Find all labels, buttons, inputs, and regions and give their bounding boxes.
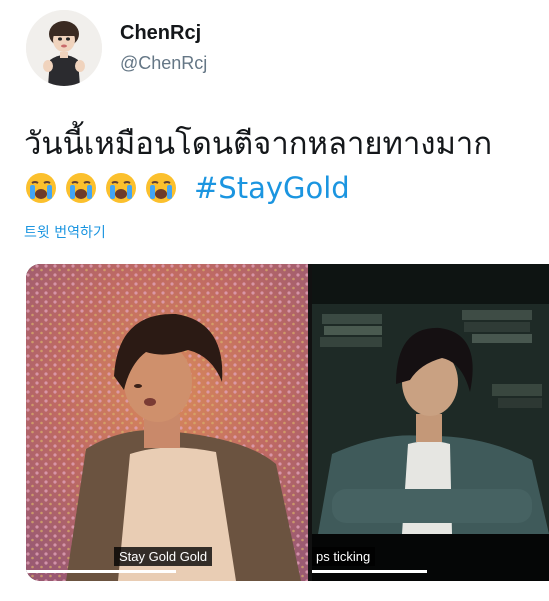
avatar-image bbox=[26, 10, 102, 86]
media-image-right[interactable]: ps ticking bbox=[312, 264, 549, 581]
video-caption-right: ps ticking bbox=[312, 547, 376, 566]
loudly-crying-face-icon bbox=[144, 171, 178, 205]
video-progress-right bbox=[312, 570, 427, 573]
translate-tweet-link[interactable]: 트윗 번역하기 bbox=[24, 222, 106, 242]
tweet-text: วันนี้เหมือนโดนตีจากหลายทางมาก bbox=[24, 126, 493, 162]
media-image-left[interactable]: Stay Gold Gold bbox=[26, 264, 308, 581]
display-name[interactable]: ChenRcj bbox=[120, 22, 201, 45]
flower-field-photo bbox=[26, 264, 308, 581]
avatar[interactable] bbox=[26, 10, 102, 86]
media-grid: Stay Gold Gold ps ticking bbox=[26, 264, 549, 581]
tweet-text-line2: #StayGold bbox=[24, 168, 350, 208]
tweet-card: ChenRcj @ChenRcj วันนี้เหมือนโดนตีจากหลา… bbox=[0, 0, 549, 601]
loudly-crying-face-icon bbox=[24, 171, 58, 205]
loudly-crying-face-icon bbox=[64, 171, 98, 205]
video-progress-left bbox=[26, 570, 176, 573]
hashtag-link[interactable]: #StayGold bbox=[194, 171, 350, 205]
bookshelf-photo bbox=[312, 264, 549, 581]
video-caption-left: Stay Gold Gold bbox=[114, 547, 213, 566]
loudly-crying-face-icon bbox=[104, 171, 138, 205]
user-handle[interactable]: @ChenRcj bbox=[120, 53, 207, 74]
